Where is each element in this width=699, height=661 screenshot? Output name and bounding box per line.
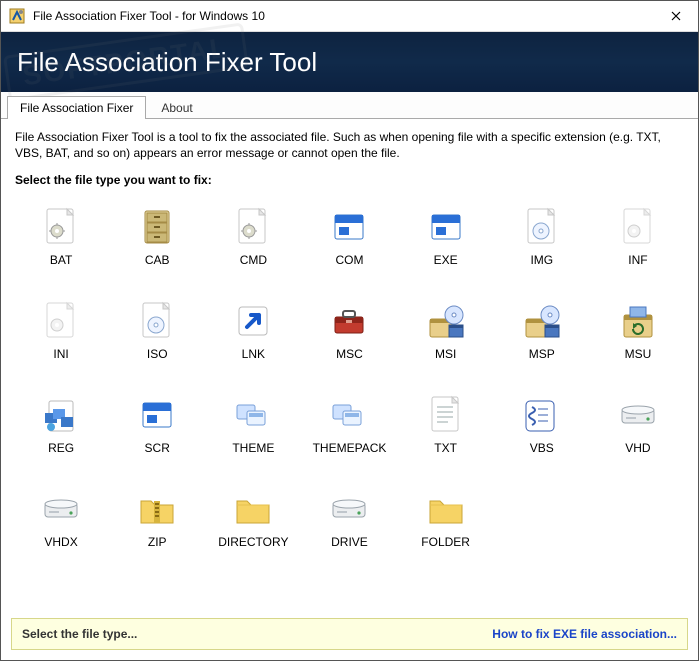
tab-about[interactable]: About — [148, 96, 205, 119]
file-type-label: SCR — [145, 441, 170, 455]
cabinet-icon — [137, 207, 177, 247]
gear-page-icon — [233, 207, 273, 247]
file-type-label: CAB — [145, 253, 170, 267]
file-type-inf[interactable]: INF — [592, 203, 684, 293]
toolbox-icon — [329, 301, 369, 341]
file-type-label: EXE — [434, 253, 458, 267]
file-type-label: TXT — [434, 441, 457, 455]
file-type-vhd[interactable]: VHD — [592, 391, 684, 481]
file-type-label: LNK — [242, 347, 265, 361]
file-type-label: MSI — [435, 347, 456, 361]
disc-page-icon — [137, 301, 177, 341]
gear-page-faded-icon — [618, 207, 658, 247]
file-type-msp[interactable]: MSP — [496, 297, 588, 387]
file-type-label: ZIP — [148, 535, 167, 549]
status-bar: Select the file type... How to fix EXE f… — [11, 618, 688, 650]
shortcut-icon — [233, 301, 273, 341]
file-type-lnk[interactable]: LNK — [207, 297, 299, 387]
file-type-label: DRIVE — [331, 535, 368, 549]
file-type-label: MSP — [529, 347, 555, 361]
file-type-cab[interactable]: CAB — [111, 203, 203, 293]
file-type-reg[interactable]: REG — [15, 391, 107, 481]
file-type-bat[interactable]: BAT — [15, 203, 107, 293]
app-window: File Association Fixer Tool - for Window… — [0, 0, 699, 661]
main-panel: File Association Fixer Tool is a tool to… — [1, 119, 698, 612]
description-text: File Association Fixer Tool is a tool to… — [15, 129, 684, 161]
file-type-vhdx[interactable]: VHDX — [15, 485, 107, 575]
file-type-msc[interactable]: MSC — [303, 297, 395, 387]
file-type-scr[interactable]: SCR — [111, 391, 203, 481]
help-link[interactable]: How to fix EXE file association... — [492, 627, 677, 641]
file-type-theme[interactable]: THEME — [207, 391, 299, 481]
theme-icon — [233, 395, 273, 435]
file-type-themepack[interactable]: THEMEPACK — [303, 391, 395, 481]
titlebar: File Association Fixer Tool - for Window… — [1, 1, 698, 32]
banner-heading: File Association Fixer Tool — [17, 47, 317, 78]
file-type-label: INF — [628, 253, 647, 267]
tab-file-association-fixer[interactable]: File Association Fixer — [7, 96, 146, 119]
file-type-label: VHD — [625, 441, 650, 455]
file-type-zip[interactable]: ZIP — [111, 485, 203, 575]
window-blue-icon — [137, 395, 177, 435]
tab-strip: File Association FixerAbout — [1, 92, 698, 119]
drive-icon — [618, 395, 658, 435]
text-page-icon — [426, 395, 466, 435]
file-type-img[interactable]: IMG — [496, 203, 588, 293]
registry-icon — [41, 395, 81, 435]
gear-page-icon — [41, 207, 81, 247]
folder-icon — [233, 489, 273, 529]
file-type-label: CMD — [240, 253, 267, 267]
theme-icon — [329, 395, 369, 435]
window-blue-icon — [329, 207, 369, 247]
file-type-txt[interactable]: TXT — [400, 391, 492, 481]
status-left: Select the file type... — [22, 627, 492, 641]
file-type-label: MSU — [625, 347, 652, 361]
window-title: File Association Fixer Tool - for Window… — [33, 9, 653, 23]
file-type-label: INI — [53, 347, 68, 361]
close-icon — [671, 11, 681, 21]
file-type-label: IMG — [530, 253, 553, 267]
file-type-label: VBS — [530, 441, 554, 455]
file-type-iso[interactable]: ISO — [111, 297, 203, 387]
prompt-text: Select the file type you want to fix: — [15, 173, 684, 187]
disc-page-icon — [522, 207, 562, 247]
file-type-label: MSC — [336, 347, 363, 361]
file-type-label: VHDX — [44, 535, 77, 549]
installer-icon — [426, 301, 466, 341]
app-icon — [9, 8, 25, 24]
file-type-label: FOLDER — [421, 535, 470, 549]
installer-icon — [522, 301, 562, 341]
file-type-msi[interactable]: MSI — [400, 297, 492, 387]
drive-icon — [329, 489, 369, 529]
file-type-folder[interactable]: FOLDER — [400, 485, 492, 575]
file-type-label: ISO — [147, 347, 168, 361]
file-type-directory[interactable]: DIRECTORY — [207, 485, 299, 575]
zip-icon — [137, 489, 177, 529]
file-type-label: THEMEPACK — [313, 441, 387, 455]
file-type-label: DIRECTORY — [218, 535, 288, 549]
file-type-cmd[interactable]: CMD — [207, 203, 299, 293]
update-box-icon — [618, 301, 658, 341]
file-type-vbs[interactable]: VBS — [496, 391, 588, 481]
file-type-label: BAT — [50, 253, 72, 267]
file-type-msu[interactable]: MSU — [592, 297, 684, 387]
file-type-drive[interactable]: DRIVE — [303, 485, 395, 575]
file-type-exe[interactable]: EXE — [400, 203, 492, 293]
file-type-grid: BAT CAB CMD COM EXE IMG INF INI ISO LNK MSC MSI MSP M… — [15, 203, 684, 602]
file-type-label: THEME — [232, 441, 274, 455]
script-icon — [522, 395, 562, 435]
drive-icon — [41, 489, 81, 529]
window-blue-icon — [426, 207, 466, 247]
file-type-label: COM — [335, 253, 363, 267]
close-button[interactable] — [653, 2, 698, 31]
banner: File Association Fixer Tool — [1, 32, 698, 92]
file-type-label: REG — [48, 441, 74, 455]
file-type-com[interactable]: COM — [303, 203, 395, 293]
file-type-ini[interactable]: INI — [15, 297, 107, 387]
gear-page-faded-icon — [41, 301, 81, 341]
folder-icon — [426, 489, 466, 529]
